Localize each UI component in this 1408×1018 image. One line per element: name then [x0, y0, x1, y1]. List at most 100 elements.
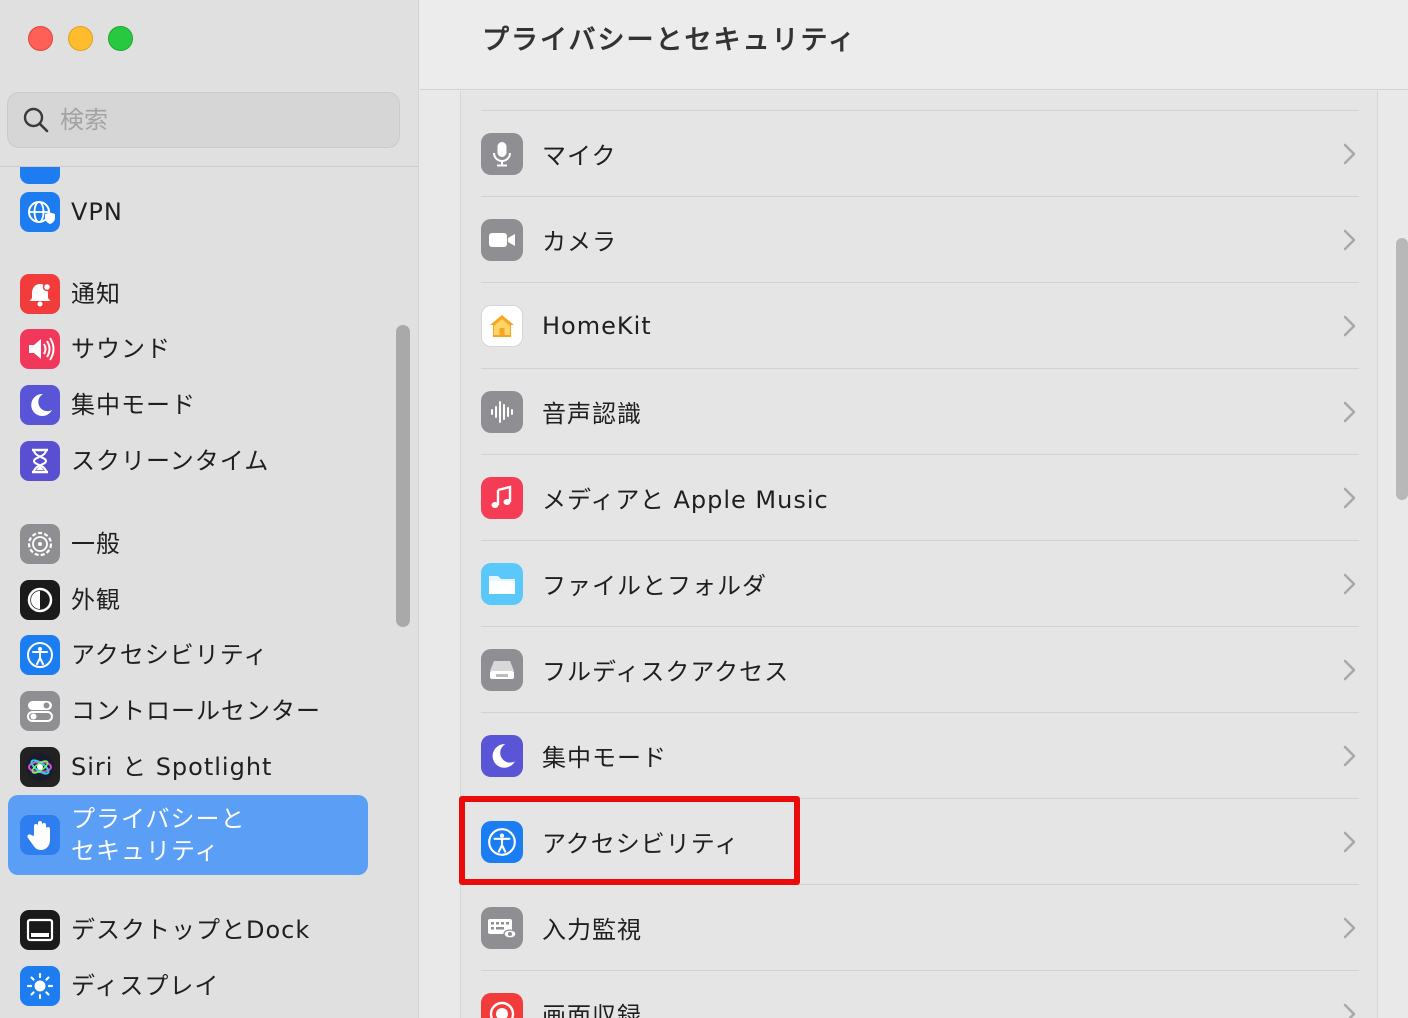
hourglass-icon: [20, 441, 60, 481]
window-controls: [28, 26, 133, 51]
row-camera[interactable]: カメラ: [481, 196, 1359, 282]
microphone-icon: [481, 132, 523, 175]
sidebar-item-label: プライバシーと セキュリティ: [71, 804, 246, 865]
sidebar-scrollbar[interactable]: [396, 325, 410, 627]
sidebar-item-sound[interactable]: サウンド: [8, 324, 368, 374]
sidebar-item-label: コントロールセンター: [71, 696, 321, 725]
row-microphone[interactable]: マイク: [481, 110, 1359, 196]
sidebar: VPN 通知 サウンド 集中モード スクリーンタイム: [0, 0, 419, 1018]
sidebar-item-label: ディスプレイ: [71, 971, 220, 1000]
row-label: 音声認識: [542, 400, 642, 428]
dock-icon: [20, 910, 60, 950]
chevron-right-icon: [1343, 143, 1356, 165]
record-icon: [481, 992, 523, 1018]
row-files-folders[interactable]: ファイルとフォルダ: [481, 540, 1359, 626]
sidebar-item-desktop-dock[interactable]: デスクトップとDock: [8, 905, 368, 955]
row-media-apple-music[interactable]: メディアと Apple Music: [481, 454, 1359, 540]
row-label: フルディスクアクセス: [542, 658, 790, 686]
chevron-right-icon: [1343, 401, 1356, 423]
row-focus[interactable]: 集中モード: [481, 712, 1359, 798]
search-field[interactable]: [7, 92, 400, 148]
row-label: 集中モード: [542, 744, 667, 772]
sidebar-item-displays[interactable]: ディスプレイ: [8, 961, 368, 1011]
main-content: プライバシーとセキュリティ マイク カメラ HomeKit 音声認識 メディアと…: [420, 0, 1408, 1018]
waveform-icon: [481, 390, 523, 433]
chevron-right-icon: [1343, 487, 1356, 509]
privacy-list-panel: マイク カメラ HomeKit 音声認識 メディアと Apple Music フ…: [460, 91, 1378, 1018]
sidebar-item-label: 集中モード: [71, 390, 196, 419]
network-icon: [20, 167, 60, 184]
globe-shield-icon: [20, 192, 60, 232]
sidebar-item-appearance[interactable]: 外観: [8, 575, 368, 625]
chevron-right-icon: [1343, 917, 1356, 939]
chevron-right-icon: [1343, 1003, 1356, 1018]
row-label: 入力監視: [542, 916, 642, 944]
sidebar-item-label: 外観: [71, 585, 121, 614]
sidebar-item-label: アクセシビリティ: [71, 640, 269, 669]
chevron-right-icon: [1343, 229, 1356, 251]
sidebar-item-screen-time[interactable]: スクリーンタイム: [8, 436, 368, 486]
row-accessibility[interactable]: アクセシビリティ: [481, 798, 1359, 884]
sidebar-item-control-center[interactable]: コントロールセンター: [8, 686, 368, 736]
accessibility-icon: [481, 820, 523, 863]
row-screen-recording[interactable]: 画面収録: [481, 970, 1359, 1018]
chevron-right-icon: [1343, 831, 1356, 853]
keyboard-eye-icon: [481, 906, 523, 949]
moon-icon: [481, 734, 523, 777]
minimize-window-button[interactable]: [68, 26, 93, 51]
sidebar-item-siri-spotlight[interactable]: Siri と Spotlight: [8, 742, 368, 792]
hand-icon: [20, 815, 60, 855]
row-label: マイク: [542, 142, 617, 170]
sidebar-item-notifications[interactable]: 通知: [8, 269, 368, 319]
titlebar: プライバシーとセキュリティ: [420, 0, 1408, 90]
chevron-right-icon: [1343, 745, 1356, 767]
gear-icon: [20, 524, 60, 564]
siri-icon: [20, 747, 60, 787]
search-icon: [23, 107, 49, 133]
row-label: カメラ: [542, 228, 617, 256]
bell-icon: [20, 274, 60, 314]
disk-icon: [481, 648, 523, 691]
sidebar-item-vpn[interactable]: VPN: [8, 187, 368, 237]
home-icon: [481, 304, 523, 347]
row-label: 画面収録: [542, 1002, 642, 1018]
speaker-icon: [20, 329, 60, 369]
moon-icon: [20, 385, 60, 425]
sun-icon: [20, 966, 60, 1006]
sidebar-item-privacy-security[interactable]: プライバシーと セキュリティ: [8, 795, 368, 875]
row-speech-recognition[interactable]: 音声認識: [481, 368, 1359, 454]
sidebar-item-label: サウンド: [71, 334, 171, 363]
sidebar-item-focus[interactable]: 集中モード: [8, 380, 368, 430]
chevron-right-icon: [1343, 659, 1356, 681]
sidebar-item-label: VPN: [71, 197, 123, 226]
close-window-button[interactable]: [28, 26, 53, 51]
sidebar-item-label: Siri と Spotlight: [71, 752, 273, 781]
sidebar-item-label: スクリーンタイム: [71, 446, 270, 475]
zoom-window-button[interactable]: [108, 26, 133, 51]
camera-icon: [481, 218, 523, 261]
row-label: アクセシビリティ: [542, 830, 740, 858]
accessibility-icon: [20, 635, 60, 675]
folder-icon: [481, 562, 523, 605]
sidebar-item-general[interactable]: 一般: [8, 519, 368, 569]
row-full-disk-access[interactable]: フルディスクアクセス: [481, 626, 1359, 712]
toggles-icon: [20, 691, 60, 731]
sidebar-list: VPN 通知 サウンド 集中モード スクリーンタイム 一般 外観 アクセシビリテ…: [0, 167, 400, 1018]
sidebar-item-accessibility[interactable]: アクセシビリティ: [8, 630, 368, 680]
search-input[interactable]: [60, 106, 380, 134]
page-title: プライバシーとセキュリティ: [482, 25, 857, 56]
row-label: ファイルとフォルダ: [542, 572, 767, 600]
music-note-icon: [481, 476, 523, 519]
main-scrollbar[interactable]: [1396, 238, 1408, 500]
row-label: HomeKit: [542, 311, 652, 340]
row-homekit[interactable]: HomeKit: [481, 282, 1359, 368]
row-label: メディアと Apple Music: [542, 486, 829, 514]
sidebar-item-label: 通知: [71, 279, 121, 308]
sidebar-item-label: 一般: [71, 529, 121, 558]
row-input-monitoring[interactable]: 入力監視: [481, 884, 1359, 970]
chevron-right-icon: [1343, 573, 1356, 595]
sidebar-item-partial[interactable]: [8, 167, 368, 189]
chevron-right-icon: [1343, 315, 1356, 337]
sidebar-item-label: デスクトップとDock: [71, 915, 311, 944]
appearance-icon: [20, 580, 60, 620]
